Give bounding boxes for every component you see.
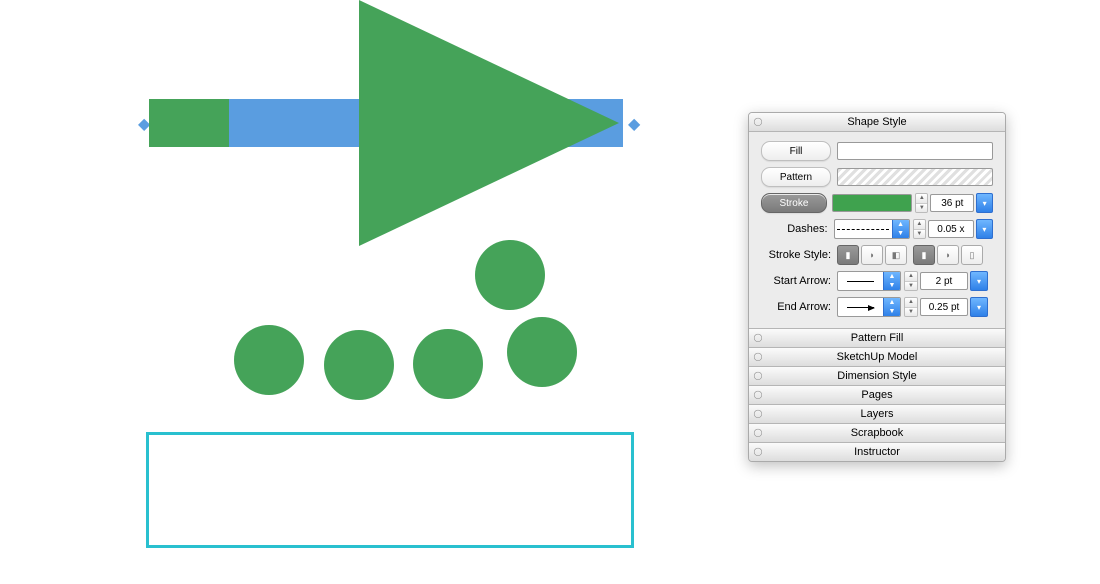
dashes-label: Dashes: xyxy=(761,223,834,235)
disclosure-icon: ◯ xyxy=(749,405,767,423)
join-style-segment: ▮ ◗ ◧ xyxy=(837,245,907,265)
section-header-scrapbook[interactable]: ◯ Scrapbook xyxy=(749,424,1005,443)
circle-dot[interactable] xyxy=(507,317,577,387)
end-arrow-menu[interactable]: ▾ xyxy=(970,297,988,317)
stroke-width-stepper[interactable]: ▲▼ xyxy=(915,193,928,213)
disclosure-icon: ◯ xyxy=(749,367,767,385)
start-arrow-select[interactable]: ▲▼ xyxy=(837,271,901,291)
section-header-pages[interactable]: ◯ Pages xyxy=(749,386,1005,405)
circle-dot[interactable] xyxy=(413,329,483,399)
cap-style-segment: ▮ ◗ ▯ xyxy=(913,245,983,265)
dash-scale-stepper[interactable]: ▲▼ xyxy=(913,219,926,239)
cap-round[interactable]: ◗ xyxy=(937,245,959,265)
circle-dot[interactable] xyxy=(475,240,545,310)
disclosure-icon: ◯ xyxy=(749,424,767,442)
start-arrow-menu[interactable]: ▾ xyxy=(970,271,988,291)
section-header-pattern-fill[interactable]: ◯ Pattern Fill xyxy=(749,329,1005,348)
fill-color-swatch[interactable] xyxy=(837,142,993,160)
section-title: Layers xyxy=(767,408,987,420)
section-title: Scrapbook xyxy=(767,427,987,439)
section-header-dimension-style[interactable]: ◯ Dimension Style xyxy=(749,367,1005,386)
end-arrow-stepper[interactable]: ▲▼ xyxy=(904,297,918,317)
start-arrow-stepper[interactable]: ▲▼ xyxy=(904,271,918,291)
join-round[interactable]: ◗ xyxy=(861,245,883,265)
disclosure-icon: ◯ xyxy=(749,386,767,404)
cap-square[interactable]: ▯ xyxy=(961,245,983,265)
stroke-color-swatch[interactable] xyxy=(832,194,912,212)
section-title: Dimension Style xyxy=(767,370,987,382)
dash-pattern-select[interactable]: ▲▼ xyxy=(834,219,910,239)
disclosure-icon: ◯ xyxy=(749,348,767,366)
dash-scale-menu[interactable]: ▾ xyxy=(976,219,993,239)
end-arrow-field[interactable]: 0.25 pt xyxy=(920,298,968,316)
pattern-toggle[interactable]: Pattern xyxy=(761,167,831,187)
start-arrow-label: Start Arrow: xyxy=(761,275,837,287)
section-header-sketchup-model[interactable]: ◯ SketchUp Model xyxy=(749,348,1005,367)
inspector-panel: ◯ Shape Style Fill Pattern Stroke xyxy=(748,112,1006,462)
cap-butt[interactable]: ▮ xyxy=(913,245,935,265)
section-title: Shape Style xyxy=(767,116,987,128)
section-title: SketchUp Model xyxy=(767,351,987,363)
end-arrow-select[interactable]: ▲▼ xyxy=(837,297,901,317)
section-header-instructor[interactable]: ◯ Instructor xyxy=(749,443,1005,461)
disclosure-icon: ◯ xyxy=(749,329,767,347)
section-header-layers[interactable]: ◯ Layers xyxy=(749,405,1005,424)
section-title: Instructor xyxy=(767,446,987,458)
dash-scale-field[interactable]: 0.05 x xyxy=(928,220,974,238)
join-bevel[interactable]: ◧ xyxy=(885,245,907,265)
circle-dot[interactable] xyxy=(324,330,394,400)
section-header-shape-style[interactable]: ◯ Shape Style xyxy=(749,113,1005,132)
drawing-canvas[interactable]: ◆ ◆ —◆ ◯ Shape Style Fill Pat xyxy=(0,0,1100,584)
stroke-width-field[interactable]: 36 pt xyxy=(930,194,974,212)
start-arrow-field[interactable]: 2 pt xyxy=(920,272,968,290)
shape-style-body: Fill Pattern Stroke ▲▼ 36 pt ▾ D xyxy=(749,132,1005,329)
fill-toggle[interactable]: Fill xyxy=(761,141,831,161)
stroke-style-label: Stroke Style: xyxy=(761,249,837,261)
circle-dot[interactable] xyxy=(234,325,304,395)
section-title: Pages xyxy=(767,389,987,401)
stroke-toggle[interactable]: Stroke xyxy=(761,193,827,213)
cyan-rectangle-shape[interactable] xyxy=(146,432,634,548)
disclosure-icon: ◯ xyxy=(749,113,767,131)
green-arrow-shape[interactable] xyxy=(149,0,659,260)
stroke-width-menu[interactable]: ▾ xyxy=(976,193,993,213)
pattern-swatch[interactable] xyxy=(837,168,993,186)
join-miter[interactable]: ▮ xyxy=(837,245,859,265)
disclosure-icon: ◯ xyxy=(749,443,767,461)
section-title: Pattern Fill xyxy=(767,332,987,344)
end-arrow-label: End Arrow: xyxy=(761,301,837,313)
